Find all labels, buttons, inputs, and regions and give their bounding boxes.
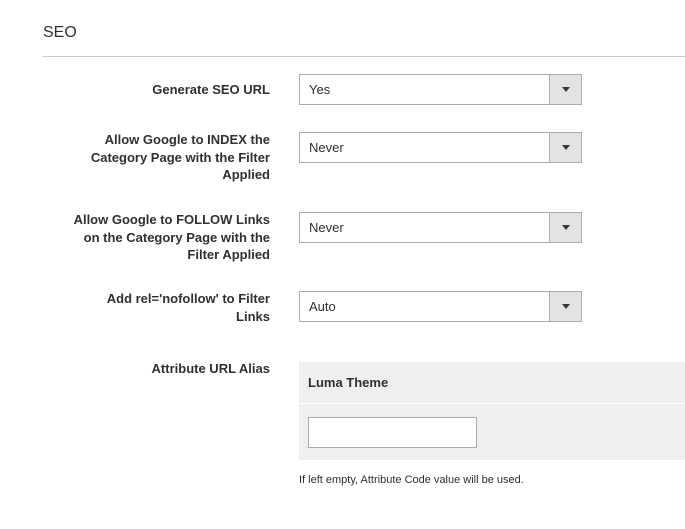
allow-follow-label-line: Allow Google to FOLLOW Links [73, 212, 270, 227]
chevron-down-icon[interactable] [549, 292, 581, 321]
chevron-down-icon[interactable] [549, 133, 581, 162]
allow-follow-label-line: Filter Applied [187, 247, 270, 262]
allow-follow-select[interactable]: Never [299, 212, 582, 243]
allow-follow-value: Never [309, 220, 344, 235]
nofollow-label: Add rel='nofollow' to Filter Links [107, 290, 270, 325]
attribute-alias-note: If left empty, Attribute Code value will… [299, 474, 524, 486]
allow-index-label-line: Applied [222, 167, 270, 182]
store-name-header: Luma Theme [299, 362, 685, 404]
allow-follow-label: Allow Google to FOLLOW Links on the Cate… [74, 211, 270, 264]
allow-index-label-line: Allow Google to INDEX the [104, 132, 270, 147]
nofollow-select[interactable]: Auto [299, 291, 582, 322]
allow-index-value: Never [309, 140, 344, 155]
nofollow-value: Auto [309, 299, 336, 314]
allow-index-label: Allow Google to INDEX the Category Page … [91, 131, 270, 184]
section-divider [43, 56, 685, 57]
attribute-alias-label: Attribute URL Alias [151, 361, 270, 376]
generate-seo-url-select[interactable]: Yes [299, 74, 582, 105]
allow-follow-label-line: on the Category Page with the [83, 229, 270, 245]
attribute-alias-input[interactable] [308, 417, 477, 448]
allow-index-select[interactable]: Never [299, 132, 582, 163]
generate-seo-url-value: Yes [309, 82, 331, 97]
chevron-down-icon[interactable] [549, 213, 581, 242]
generate-seo-url-label: Generate SEO URL [152, 82, 270, 97]
allow-index-label-line: Category Page with the Filter [90, 149, 270, 165]
section-title: SEO [43, 24, 77, 41]
attribute-alias-table: Luma Theme [299, 362, 685, 460]
nofollow-label-line: Add rel='nofollow' to Filter [106, 291, 270, 306]
nofollow-label-line: Links [236, 308, 270, 324]
chevron-down-icon[interactable] [549, 75, 581, 104]
